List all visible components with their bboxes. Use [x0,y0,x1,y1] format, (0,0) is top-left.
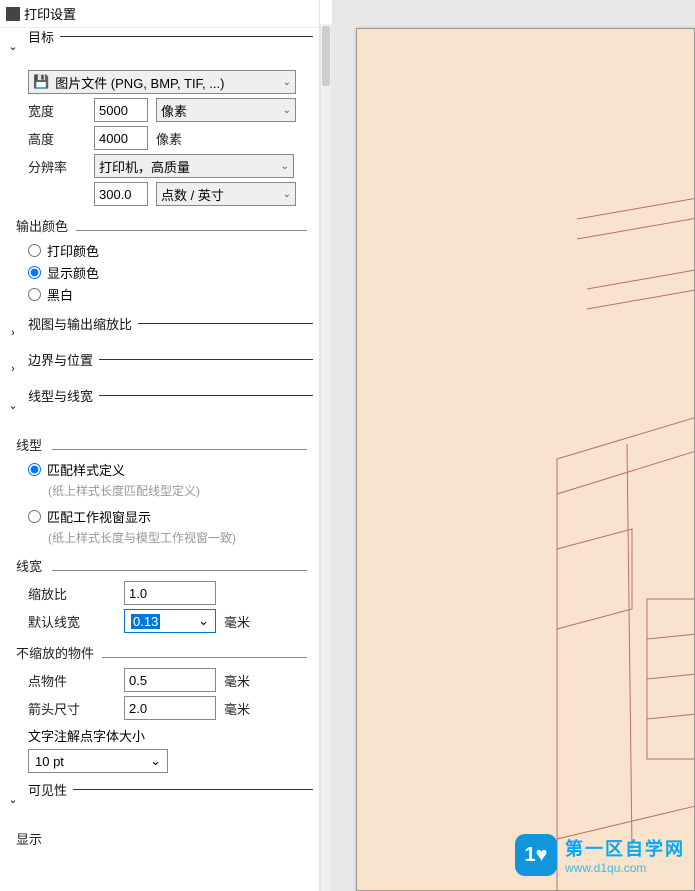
chevron-down-icon: ⌄ [283,77,291,88]
watermark-text-cn: 第一区自学网 [565,835,685,861]
height-unit: 像素 [156,129,182,148]
app-icon [6,7,20,21]
chevron-down-icon: ⌄ [281,161,289,172]
radio-bw[interactable] [28,288,41,301]
default-linewidth-combo[interactable]: 0.13 ⌄ [124,609,216,633]
section-lines-header[interactable]: ⌄ 线型与线宽 [0,387,319,423]
resolution-input[interactable] [94,182,148,206]
default-linewidth-label: 默认线宽 [28,612,116,631]
radio-display-label: 显示颜色 [47,263,99,282]
section-visibility-title: 可见性 [28,783,73,798]
resolution-label: 分辨率 [28,157,86,176]
match-view-hint: (纸上样式长度与模型工作视窗一致) [48,529,307,546]
watermark-logo-icon: 1♥ [515,834,557,876]
scale-input[interactable] [124,581,216,605]
watermark-url: www.d1qu.com [565,861,685,875]
section-viewscale-title: 视图与输出缩放比 [28,317,138,332]
default-linewidth-unit: 毫米 [224,612,250,631]
point-size-unit: 毫米 [224,671,250,690]
resolution-quality-value: 打印机，高质量 [99,157,190,176]
section-bounds-header[interactable]: › 边界与位置 [0,351,319,387]
height-input[interactable] [94,126,148,150]
print-preview [332,0,695,891]
color-radio-display[interactable]: 显示颜色 [28,263,307,282]
noscale-header: 不缩放的物件 [16,643,307,662]
linetype-header: 线型 [16,435,307,454]
chevron-down-icon: ⌄ [6,40,20,53]
destination-combo[interactable]: 💾 图片文件 (PNG, BMP, TIF, ...) ⌄ [28,70,296,94]
chevron-down-icon: ⌄ [198,613,209,629]
font-size-combo[interactable]: 10 pt ⌄ [28,749,168,773]
radio-printer-color[interactable] [28,244,41,257]
section-viewscale-header[interactable]: › 视图与输出缩放比 [0,315,319,351]
panel-scrollbar[interactable] [320,24,332,891]
chevron-down-icon: ⌄ [283,105,291,116]
save-icon: 💾 [33,74,49,90]
section-bounds-title: 边界与位置 [28,353,99,368]
arrow-size-label: 箭头尺寸 [28,699,116,718]
width-label: 宽度 [28,101,86,120]
chevron-right-icon: › [6,327,20,339]
radio-match-style[interactable] [28,463,41,476]
radio-match-style-label: 匹配样式定义 [47,460,125,479]
radio-display-color[interactable] [28,266,41,279]
radio-match-view[interactable] [28,510,41,523]
preview-page [356,28,695,891]
scale-label: 缩放比 [28,584,116,603]
section-target-title: 目标 [28,30,60,45]
output-color-header: 输出颜色 [16,216,307,235]
section-lines-title: 线型与线宽 [28,389,99,404]
chevron-down-icon: ⌄ [6,793,20,806]
chevron-down-icon: ⌄ [6,399,20,412]
settings-panel: 打印设置 ⌄ 目标 💾 图片文件 (PNG, BMP, TIF, ...) ⌄ … [0,0,320,891]
arrow-size-unit: 毫米 [224,699,250,718]
scrollbar-thumb[interactable] [322,26,330,86]
match-style-hint: (纸上样式长度匹配线型定义) [48,482,307,499]
default-linewidth-value: 0.13 [131,614,160,629]
section-target-body: 💾 图片文件 (PNG, BMP, TIF, ...) ⌄ 宽度 像素 ⌄ 高度… [0,64,319,315]
font-size-label: 文字注解点字体大小 [28,726,307,745]
chevron-down-icon: ⌄ [283,189,291,200]
resolution-unit-combo[interactable]: 点数 / 英寸 ⌄ [156,182,296,206]
resolution-quality-combo[interactable]: 打印机，高质量 ⌄ [94,154,294,178]
linetype-radio-style[interactable]: 匹配样式定义 [28,460,307,479]
wireframe-drawing [357,29,695,891]
chevron-down-icon: ⌄ [150,753,161,769]
resolution-unit-value: 点数 / 英寸 [161,185,224,204]
window-title: 打印设置 [24,4,76,23]
radio-bw-label: 黑白 [47,285,73,304]
color-radio-bw[interactable]: 黑白 [28,285,307,304]
font-size-value: 10 pt [35,754,64,769]
width-unit-combo[interactable]: 像素 ⌄ [156,98,296,122]
section-visibility-body: 显示 [0,817,319,860]
section-target-header[interactable]: ⌄ 目标 [0,28,319,64]
display-header: 显示 [16,829,307,848]
color-radio-printer[interactable]: 打印颜色 [28,241,307,260]
width-input[interactable] [94,98,148,122]
height-label: 高度 [28,129,86,148]
section-visibility-header[interactable]: ⌄ 可见性 [0,781,319,817]
radio-printer-label: 打印颜色 [47,241,99,260]
section-lines-body: 线型 匹配样式定义 (纸上样式长度匹配线型定义) 匹配工作视窗显示 (纸上样式长… [0,423,319,781]
point-size-input[interactable] [124,668,216,692]
chevron-right-icon: › [6,363,20,375]
point-size-label: 点物件 [28,671,116,690]
radio-match-view-label: 匹配工作视窗显示 [47,507,151,526]
watermark: 1♥ 第一区自学网 www.d1qu.com [515,834,685,876]
window-titlebar: 打印设置 [0,0,319,28]
width-unit-label: 像素 [161,101,187,120]
destination-value: 图片文件 (PNG, BMP, TIF, ...) [55,73,224,92]
linewidth-header: 线宽 [16,556,307,575]
linetype-radio-view[interactable]: 匹配工作视窗显示 [28,507,307,526]
arrow-size-input[interactable] [124,696,216,720]
